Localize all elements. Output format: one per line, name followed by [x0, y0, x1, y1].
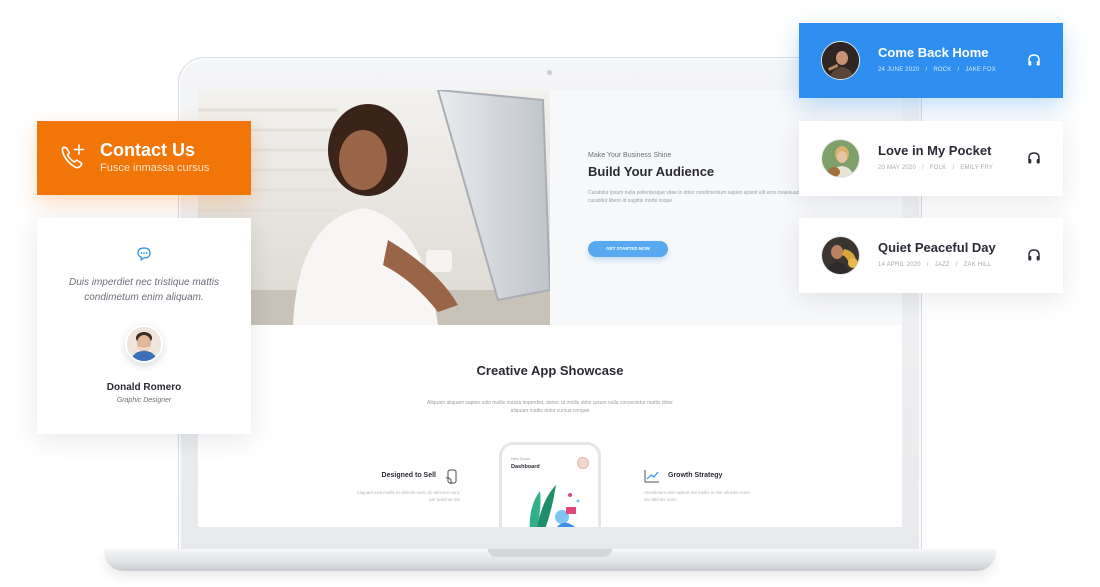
song-genre: FOLK — [929, 165, 947, 171]
avatar-portrait — [127, 327, 161, 361]
meta-separator: / — [922, 165, 924, 171]
chart-line-icon — [644, 470, 659, 483]
song-meta: 24 JUNE 2020 / ROCK / JAKE FOX — [878, 67, 996, 73]
song-meta: 14 APRIL 2020 / JAZZ / ZAK HILL — [878, 262, 991, 268]
feature-growth-strategy: Growth Strategy Vestibulum sem aptent es… — [644, 470, 754, 503]
song-avatar-photo — [822, 140, 859, 177]
testimonial-role: Graphic Designer — [116, 397, 172, 404]
feature-body: Aliquam erat mollis et ultrices nunc do … — [356, 490, 460, 503]
headphones-icon[interactable] — [1027, 151, 1041, 165]
phone-illustration — [529, 485, 580, 527]
song-artist: JAKE FOX — [965, 67, 996, 73]
headphones-icon[interactable] — [1027, 53, 1041, 67]
meta-separator: / — [952, 165, 955, 171]
avatar — [125, 325, 163, 363]
phone-avatar — [577, 457, 589, 469]
song-date: 14 APRIL 2020 — [878, 262, 921, 268]
showcase-body: Aliquam aliquam sapien odio mollis massa… — [427, 400, 673, 414]
meta-separator: / — [957, 67, 960, 73]
phone-mockup: Hello Susan Dashboard — [499, 442, 601, 527]
song-meta: 20 MAY 2020 / FOLK / EMILY FRY — [878, 165, 993, 171]
song-title: Come Back Home — [878, 45, 989, 60]
meta-separator: / — [955, 262, 958, 268]
song-title: Love in My Pocket — [878, 143, 992, 158]
contact-title: Contact Us — [100, 140, 196, 160]
phone-plus-icon — [61, 144, 85, 169]
headphones-icon[interactable] — [1027, 248, 1041, 262]
song-date: 20 MAY 2020 — [878, 165, 917, 171]
song-card-love-in-my-pocket[interactable]: Love in My Pocket 20 MAY 2020 / FOLK / EMILY… — [799, 121, 1063, 196]
hand-phone-icon — [445, 469, 457, 484]
hero-section: Make Your Business Shine Build Your Audi… — [198, 90, 902, 325]
phone-title: Dashboard — [511, 464, 540, 470]
contact-subtitle: Fusce inmassa cursus — [100, 162, 210, 174]
testimonial-card: Duis imperdiet nec tristique mattis cond… — [37, 218, 251, 434]
testimonial-name: Donald Romero — [106, 382, 182, 393]
song-genre: ROCK — [933, 67, 952, 73]
feature-body: Vestibulum sem aptent est mollis in nisi… — [644, 490, 750, 503]
contact-us-card[interactable]: Contact Us Fusce inmassa cursus — [37, 121, 251, 195]
song-artist: ZAK HILL — [963, 262, 992, 268]
feature-designed-to-sell: Designed to Sell Aliquam erat mollis et … — [350, 469, 460, 503]
feature-title: Growth Strategy — [668, 472, 723, 479]
laptop-notch — [488, 549, 612, 557]
song-avatar-photo — [822, 42, 859, 79]
song-avatar — [821, 41, 860, 80]
song-title: Quiet Peaceful Day — [878, 240, 996, 255]
testimonial-quote: Duis imperdiet nec tristique mattis cond… — [68, 277, 220, 303]
song-artist: EMILY FRY — [960, 165, 994, 171]
song-card-come-back-home[interactable]: Come Back Home 24 JUNE 2020 / ROCK / JAKE FO… — [799, 23, 1063, 98]
meta-separator: / — [925, 67, 928, 73]
chat-bubble-icon — [137, 247, 151, 261]
get-started-button[interactable]: GET STARTED NOW — [588, 241, 668, 257]
laptop-screen: Make Your Business Shine Build Your Audi… — [198, 90, 902, 527]
meta-separator: / — [926, 262, 929, 268]
phone-kicker: Hello Susan — [511, 457, 530, 461]
song-avatar — [821, 236, 860, 275]
song-card-quiet-peaceful-day[interactable]: Quiet Peaceful Day 14 APRIL 2020 / JAZZ / ZA… — [799, 218, 1063, 293]
song-avatar — [821, 139, 860, 178]
song-avatar-photo — [822, 237, 859, 274]
showcase-title: Creative App Showcase — [476, 363, 624, 378]
song-genre: JAZZ — [934, 262, 950, 268]
laptop-camera — [547, 70, 552, 75]
song-date: 24 JUNE 2020 — [878, 67, 920, 73]
